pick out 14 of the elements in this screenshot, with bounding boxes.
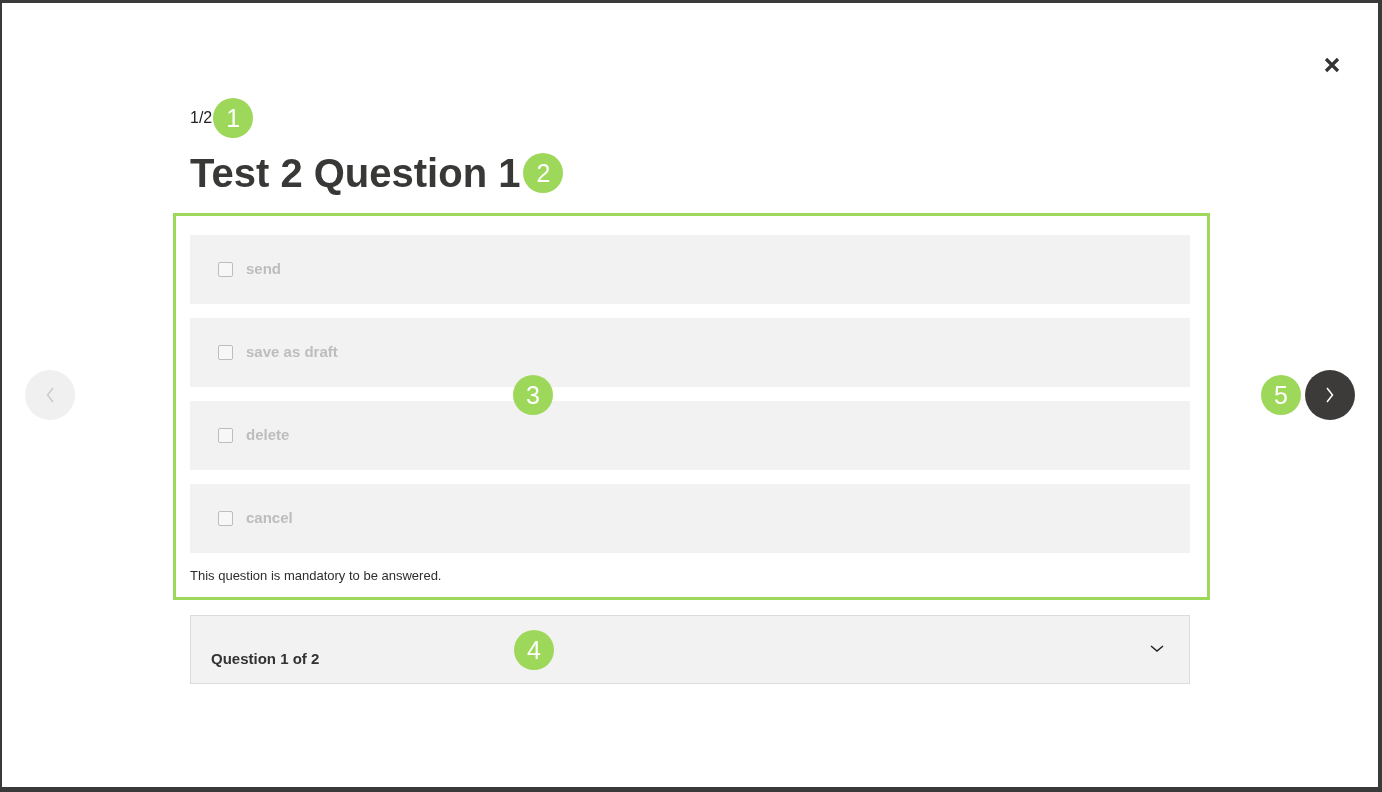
chevron-left-icon xyxy=(46,387,54,403)
question-counter: 1/2 xyxy=(190,108,213,128)
question-title: Test 2 Question 1 xyxy=(190,150,521,197)
annotation-marker: 1 xyxy=(213,98,254,138)
annotation-marker: 2 xyxy=(523,153,564,193)
checkbox[interactable] xyxy=(218,345,233,360)
annotation-marker: 5 xyxy=(1261,375,1301,415)
checkbox[interactable] xyxy=(218,511,233,526)
next-button[interactable] xyxy=(1305,370,1355,420)
checkbox[interactable] xyxy=(218,428,233,443)
mandatory-note: This question is mandatory to be answered. xyxy=(190,568,443,584)
checkbox[interactable] xyxy=(218,262,233,277)
close-icon xyxy=(1324,57,1340,73)
chevron-right-icon xyxy=(1326,387,1334,403)
